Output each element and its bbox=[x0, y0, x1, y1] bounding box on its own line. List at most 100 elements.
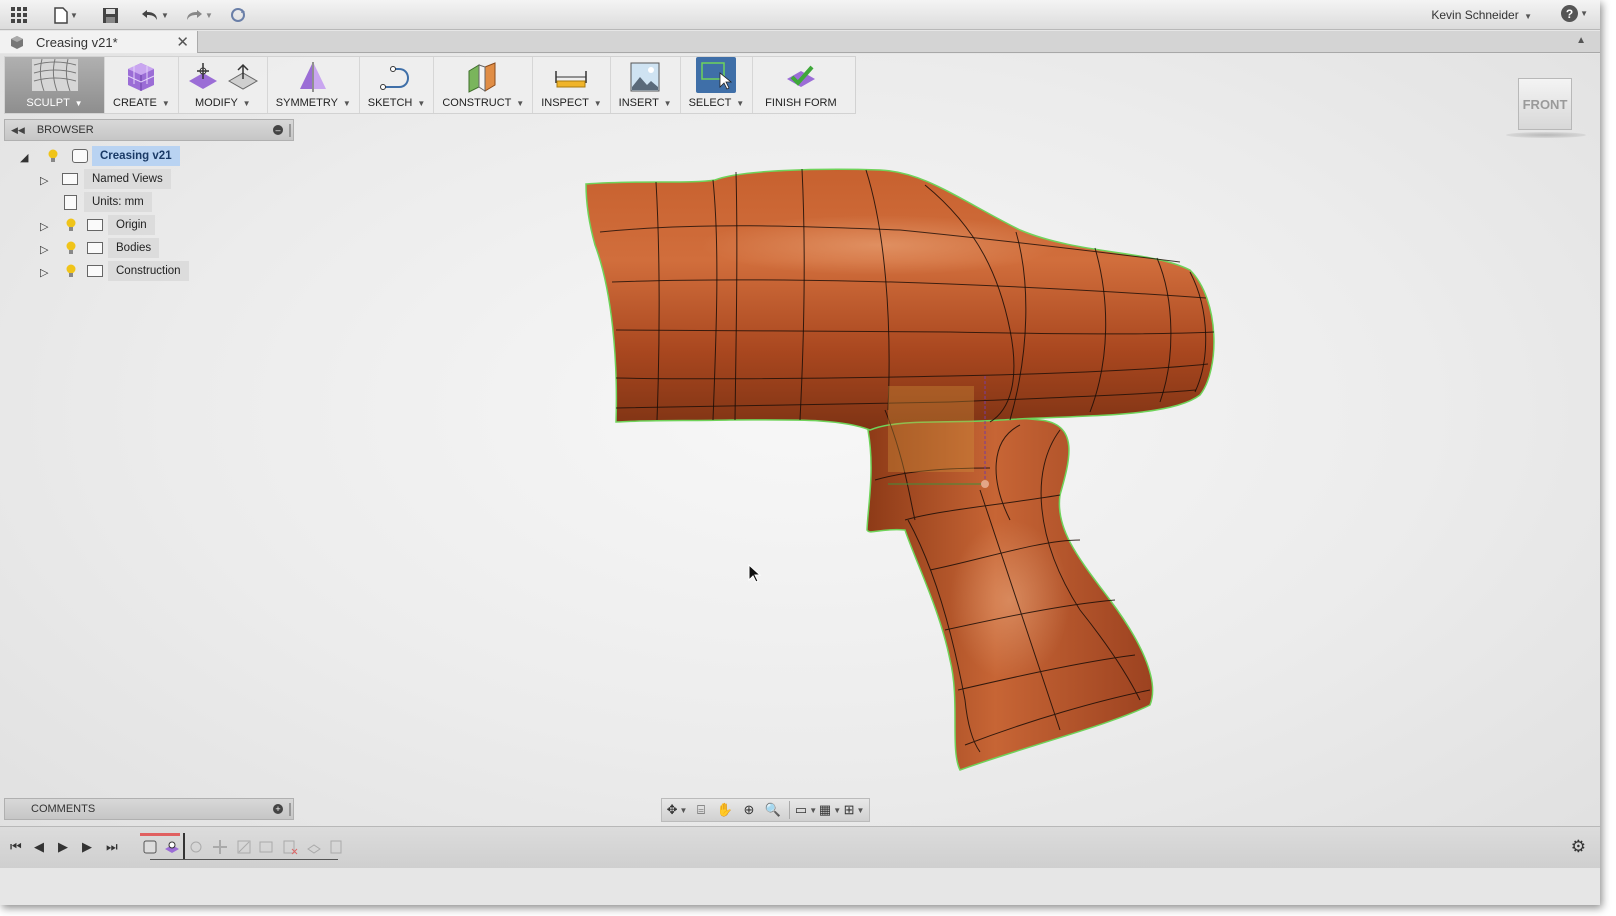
pan-icon[interactable]: ✋ bbox=[714, 801, 736, 819]
timeline-playhead[interactable] bbox=[183, 833, 185, 859]
edit-form-icon bbox=[188, 63, 217, 89]
create-menu-button[interactable]: CREATE ▼ bbox=[105, 57, 179, 113]
canvas-viewport[interactable]: SCULPT ▼ CREATE ▼ MODIFY ▼ SYMMETRY ▼ SK… bbox=[0, 54, 1600, 846]
timeline-bar: ⏮ ◀ ▶ ▶ ⏭ ⚙ bbox=[0, 826, 1600, 868]
expand-triangle-icon[interactable]: ▷ bbox=[40, 266, 48, 279]
look-at-icon[interactable]: ⌸ bbox=[690, 801, 712, 819]
modify-tool-icon bbox=[227, 63, 258, 90]
timeline-feature-icon[interactable] bbox=[328, 839, 344, 855]
document-settings-icon bbox=[64, 195, 77, 210]
expand-triangle-icon[interactable]: ▷ bbox=[40, 243, 48, 256]
next-icon[interactable]: ▶ bbox=[82, 839, 92, 855]
browser-panel: ◀◀ BROWSER – ◢ Creasing v21 ▷ Named View… bbox=[4, 119, 294, 283]
mouse-cursor-icon bbox=[748, 564, 762, 583]
comments-panel: COMMENTS + bbox=[4, 798, 294, 820]
expand-triangle-icon[interactable]: ▷ bbox=[40, 220, 48, 233]
tree-item-origin[interactable]: ▷ Origin bbox=[4, 214, 294, 237]
inspect-menu-button[interactable]: INSPECT ▼ bbox=[533, 57, 611, 113]
comments-title: COMMENTS bbox=[31, 803, 96, 815]
close-tab-icon[interactable]: ✕ bbox=[176, 33, 189, 51]
tree-item-label: Origin bbox=[108, 215, 155, 235]
browser-header[interactable]: ◀◀ BROWSER – bbox=[4, 119, 294, 141]
timeline-feature-icon[interactable] bbox=[306, 839, 322, 855]
tree-item-construction[interactable]: ▷ Construction bbox=[4, 260, 294, 283]
orbit-icon[interactable]: ✥ ▼ bbox=[666, 801, 688, 819]
timeline-feature-icon[interactable] bbox=[236, 839, 252, 855]
tree-item-bodies[interactable]: ▷ Bodies bbox=[4, 237, 294, 260]
workspace-sculpt-button[interactable]: SCULPT ▼ bbox=[5, 57, 105, 113]
construct-menu-button[interactable]: CONSTRUCT ▼ bbox=[434, 57, 534, 113]
tree-root[interactable]: ◢ Creasing v21 bbox=[4, 145, 294, 168]
refresh-icon[interactable] bbox=[229, 4, 247, 26]
view-cube[interactable]: FRONT bbox=[1518, 78, 1572, 130]
sketch-label: SKETCH bbox=[367, 97, 413, 109]
file-menu-button[interactable]: ▼ bbox=[54, 4, 78, 26]
play-icon[interactable]: ▶ bbox=[58, 839, 68, 855]
visibility-bulb-icon[interactable] bbox=[66, 218, 76, 232]
document-tab[interactable]: Creasing v21* ✕ bbox=[0, 31, 198, 53]
timeline-feature-icon[interactable] bbox=[258, 839, 274, 855]
zoom-icon[interactable]: 🔍 bbox=[762, 801, 784, 819]
visibility-bulb-icon[interactable] bbox=[66, 264, 76, 278]
finish-form-label: FINISH FORM bbox=[765, 97, 837, 109]
finish-form-icon bbox=[786, 65, 815, 87]
insert-menu-button[interactable]: INSERT ▼ bbox=[611, 57, 681, 113]
select-menu-button[interactable]: SELECT ▼ bbox=[681, 57, 754, 113]
timeline-feature-icon[interactable] bbox=[142, 839, 158, 855]
insert-label: INSERT bbox=[618, 97, 659, 109]
comments-header[interactable]: COMMENTS + bbox=[4, 798, 294, 820]
display-settings-icon[interactable]: ▭ ▼ bbox=[795, 801, 817, 819]
settings-icon[interactable]: ⚙ bbox=[1571, 837, 1586, 857]
navigation-bar: ✥ ▼ ⌸ ✋ ⊕ 🔍 ▭ ▼ ▦ ▼ ⊞ ▼ bbox=[661, 798, 870, 822]
folder-icon bbox=[87, 242, 103, 254]
folder-icon bbox=[87, 265, 103, 277]
sketch-menu-button[interactable]: SKETCH ▼ bbox=[360, 57, 435, 113]
grid-icon[interactable] bbox=[10, 4, 28, 26]
tree-item-named-views[interactable]: ▷ Named Views bbox=[4, 168, 294, 191]
tree-item-units[interactable]: Units: mm bbox=[4, 191, 294, 214]
save-icon[interactable] bbox=[102, 4, 119, 26]
create-label: CREATE bbox=[113, 97, 157, 109]
modify-menu-button[interactable]: MODIFY ▼ bbox=[179, 57, 268, 113]
sculpt-label: SCULPT bbox=[26, 97, 70, 109]
add-comment-icon[interactable]: + bbox=[273, 804, 283, 814]
symmetry-label: SYMMETRY bbox=[275, 97, 338, 109]
expand-triangle-icon[interactable]: ◢ bbox=[20, 151, 28, 164]
visibility-bulb-icon[interactable] bbox=[48, 149, 58, 163]
resize-handle[interactable] bbox=[289, 803, 291, 816]
timeline-feature-icon[interactable] bbox=[164, 839, 180, 855]
last-icon[interactable]: ⏭ bbox=[106, 839, 118, 855]
tree-item-label: Named Views bbox=[84, 169, 171, 189]
redo-button[interactable]: ▼ bbox=[185, 4, 213, 26]
timeline-feature-icon[interactable] bbox=[188, 839, 204, 855]
expand-triangle-icon[interactable]: ▷ bbox=[40, 174, 48, 187]
tree-root-label[interactable]: Creasing v21 bbox=[92, 146, 180, 166]
redo-icon bbox=[187, 10, 202, 20]
timeline-feature-icon[interactable] bbox=[212, 839, 228, 855]
collapse-icon[interactable]: ▲ bbox=[1576, 35, 1586, 46]
zoom-window-icon[interactable]: ⊕ bbox=[738, 801, 760, 819]
symmetry-icon bbox=[300, 62, 327, 92]
undo-button[interactable]: ▼ bbox=[141, 4, 169, 26]
collapse-panel-icon[interactable]: ◀◀ bbox=[11, 125, 25, 136]
modify-label: MODIFY bbox=[195, 97, 238, 109]
tree-item-label: Bodies bbox=[108, 238, 160, 258]
symmetry-menu-button[interactable]: SYMMETRY ▼ bbox=[268, 57, 360, 113]
resize-handle[interactable] bbox=[289, 124, 291, 137]
minimize-icon[interactable]: – bbox=[273, 125, 283, 135]
view-cube-face: FRONT bbox=[1522, 96, 1568, 112]
help-menu[interactable]: ? ▼ bbox=[1561, 5, 1588, 22]
viewports-icon[interactable]: ⊞ ▼ bbox=[843, 801, 865, 819]
user-menu[interactable]: Kevin Schneider ▼ bbox=[1431, 8, 1532, 22]
timeline-feature-icon[interactable] bbox=[282, 839, 298, 855]
file-icon bbox=[54, 6, 68, 24]
document-tab-bar: Creasing v21* ✕ ▲ bbox=[0, 31, 1600, 53]
folder-icon bbox=[62, 173, 78, 185]
finish-form-button[interactable]: FINISH FORM bbox=[753, 57, 855, 113]
measure-icon bbox=[555, 71, 588, 88]
grid-settings-icon[interactable]: ▦ ▼ bbox=[819, 801, 841, 819]
visibility-bulb-icon[interactable] bbox=[66, 241, 76, 255]
view-cube-shadow bbox=[1506, 132, 1586, 138]
previous-icon[interactable]: ◀ bbox=[34, 839, 44, 855]
first-icon[interactable]: ⏮ bbox=[10, 839, 22, 855]
